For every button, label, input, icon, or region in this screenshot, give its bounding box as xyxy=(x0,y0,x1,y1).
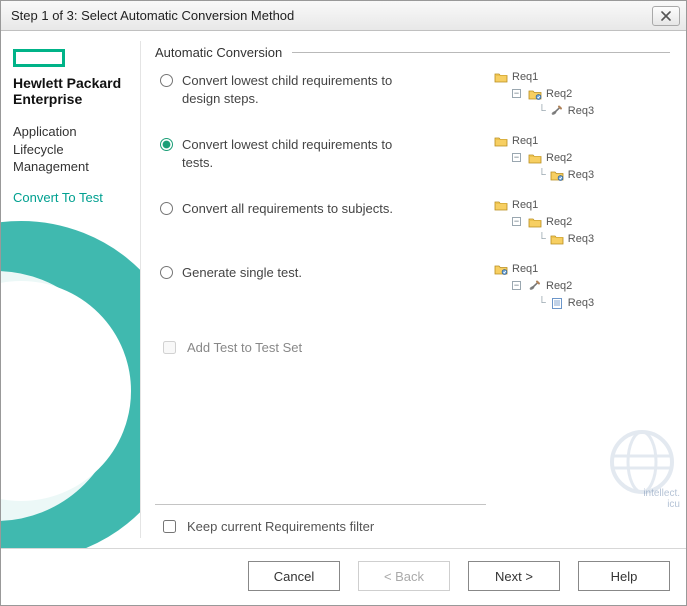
tree-node-label: Req2 xyxy=(546,216,572,228)
tree-node-label: Req1 xyxy=(512,263,538,275)
brand-line1: Hewlett Packard xyxy=(13,75,121,91)
add-to-test-set-row: Add Test to Test Set xyxy=(155,336,486,359)
keep-filter-row[interactable]: Keep current Requirements filter xyxy=(155,515,486,538)
help-button-label: Help xyxy=(611,569,638,584)
close-icon xyxy=(661,11,671,21)
tree-preview-column: Req1 − Req2 └ Req3 Req1 − Req2 └ Req3 Req1 −… xyxy=(490,66,670,538)
tree-node-label: Req3 xyxy=(568,233,594,245)
sidebar: Hewlett Packard Enterprise Application L… xyxy=(1,31,141,548)
collapse-icon: − xyxy=(512,217,521,226)
folder-icon xyxy=(494,199,508,211)
product-line2: Lifecycle xyxy=(13,142,64,157)
doc-icon xyxy=(550,297,564,309)
tree-line-icon: └ xyxy=(538,233,546,245)
main-rule xyxy=(155,504,486,505)
tree-preview-4: Req1 − Req2 └ Req3 xyxy=(490,258,670,322)
section-title: Automatic Conversion xyxy=(155,45,282,60)
option-tests[interactable]: Convert lowest child requirements to tes… xyxy=(155,130,486,194)
option-subjects[interactable]: Convert all requirements to subjects. xyxy=(155,194,486,258)
tree-node-label: Req1 xyxy=(512,135,538,147)
add-to-test-set-checkbox xyxy=(163,341,176,354)
option-design-steps-label: Convert lowest child requirements to des… xyxy=(182,72,422,107)
cancel-button-label: Cancel xyxy=(274,569,314,584)
footer: Cancel < Back Next > Help xyxy=(1,548,686,605)
close-button[interactable] xyxy=(652,6,680,26)
decorative-swirl-icon xyxy=(1,221,141,548)
test-folder-icon xyxy=(528,88,542,100)
tree-preview-1: Req1 − Req2 └ Req3 xyxy=(490,66,670,130)
tree-node-label: Req2 xyxy=(546,280,572,292)
tree-node-label: Req3 xyxy=(568,105,594,117)
collapse-icon: − xyxy=(512,153,521,162)
product-name: Application Lifecycle Management xyxy=(13,123,131,176)
tree-line-icon: └ xyxy=(538,105,546,117)
tree-preview-3: Req1 − Req2 └ Req3 xyxy=(490,194,670,258)
option-design-steps[interactable]: Convert lowest child requirements to des… xyxy=(155,66,486,130)
step-icon xyxy=(528,280,542,292)
test-folder-icon xyxy=(494,263,508,275)
tree-node-label: Req2 xyxy=(546,88,572,100)
main-panel: Automatic Conversion Convert lowest chil… xyxy=(141,31,686,548)
brand-bar-icon xyxy=(13,49,65,67)
next-button[interactable]: Next > xyxy=(468,561,560,591)
folder-icon xyxy=(528,152,542,164)
brand-name: Hewlett Packard Enterprise xyxy=(13,75,131,107)
wizard-body: Hewlett Packard Enterprise Application L… xyxy=(1,31,686,548)
add-to-test-set-label: Add Test to Test Set xyxy=(187,340,302,355)
tree-node-label: Req3 xyxy=(568,297,594,309)
section-header: Automatic Conversion xyxy=(155,45,670,60)
folder-icon xyxy=(494,135,508,147)
tree-node-label: Req2 xyxy=(546,152,572,164)
cancel-button[interactable]: Cancel xyxy=(248,561,340,591)
option-subjects-radio[interactable] xyxy=(160,202,173,215)
folder-icon xyxy=(494,71,508,83)
help-button[interactable]: Help xyxy=(578,561,670,591)
keep-filter-checkbox[interactable] xyxy=(163,520,176,533)
tree-line-icon: └ xyxy=(538,169,546,181)
sidebar-divider xyxy=(140,41,141,538)
tree-line-icon: └ xyxy=(538,297,546,309)
option-tests-label: Convert lowest child requirements to tes… xyxy=(182,136,422,171)
option-single-test-label: Generate single test. xyxy=(182,264,302,282)
product-line1: Application xyxy=(13,124,77,139)
folder-icon xyxy=(550,233,564,245)
options-area: Convert lowest child requirements to des… xyxy=(155,66,670,538)
tree-preview-2: Req1 − Req2 └ Req3 xyxy=(490,130,670,194)
option-design-steps-radio[interactable] xyxy=(160,74,173,87)
titlebar: Step 1 of 3: Select Automatic Conversion… xyxy=(1,1,686,31)
section-rule xyxy=(292,52,670,53)
option-tests-radio[interactable] xyxy=(160,138,173,151)
option-single-test-radio[interactable] xyxy=(160,266,173,279)
tree-node-label: Req3 xyxy=(568,169,594,181)
option-subjects-label: Convert all requirements to subjects. xyxy=(182,200,393,218)
brand-line2: Enterprise xyxy=(13,91,82,107)
options-column: Convert lowest child requirements to des… xyxy=(155,66,486,538)
option-single-test[interactable]: Generate single test. xyxy=(155,258,486,322)
next-button-label: Next > xyxy=(495,569,533,584)
collapse-icon: − xyxy=(512,281,521,290)
back-button: < Back xyxy=(358,561,450,591)
wizard-window: Step 1 of 3: Select Automatic Conversion… xyxy=(0,0,687,606)
collapse-icon: − xyxy=(512,89,521,98)
back-button-label: < Back xyxy=(384,569,424,584)
tree-node-label: Req1 xyxy=(512,199,538,211)
keep-filter-label: Keep current Requirements filter xyxy=(187,519,374,534)
window-title: Step 1 of 3: Select Automatic Conversion… xyxy=(11,8,294,23)
product-line3: Management xyxy=(13,159,89,174)
test-folder-icon xyxy=(550,169,564,181)
sidebar-step-convert-to-test: Convert To Test xyxy=(13,190,131,205)
tree-node-label: Req1 xyxy=(512,71,538,83)
folder-icon xyxy=(528,216,542,228)
step-icon xyxy=(550,105,564,117)
decorative-swirl-icon xyxy=(1,271,121,521)
